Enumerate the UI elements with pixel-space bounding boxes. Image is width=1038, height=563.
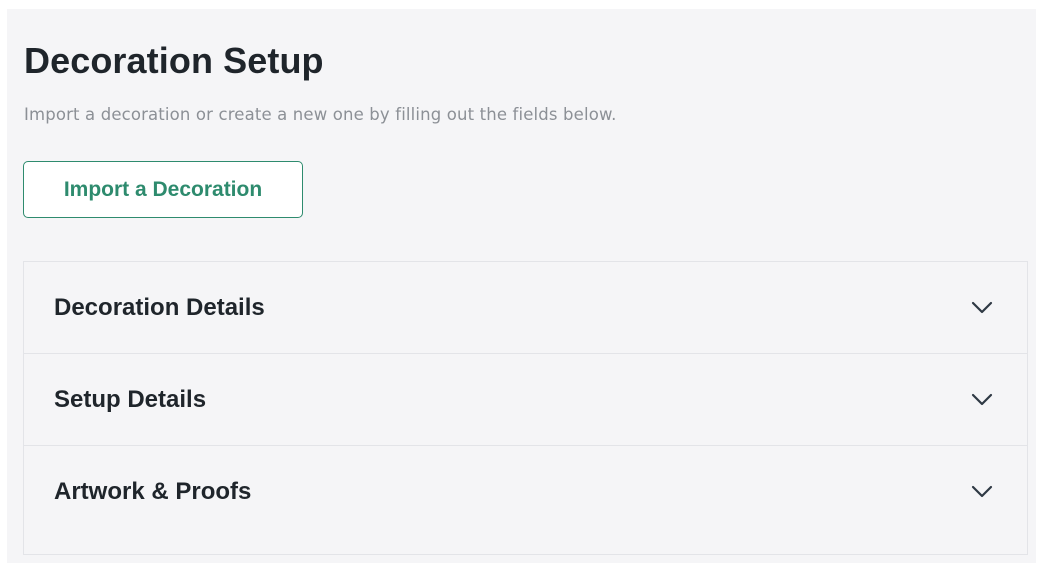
accordion-item-label: Decoration Details bbox=[54, 293, 265, 321]
accordion-item-decoration-details[interactable]: Decoration Details bbox=[24, 262, 1027, 354]
accordion-item-setup-details[interactable]: Setup Details bbox=[24, 354, 1027, 446]
page-subtitle: Import a decoration or create a new one … bbox=[24, 105, 617, 124]
accordion-item-label: Artwork & Proofs bbox=[54, 478, 252, 505]
chevron-down-icon[interactable] bbox=[971, 301, 993, 315]
accordion-item-label: Setup Details bbox=[54, 385, 207, 413]
chevron-down-icon[interactable] bbox=[971, 485, 993, 499]
import-decoration-button[interactable]: Import a Decoration bbox=[23, 161, 303, 218]
decoration-accordion: Decoration Details Setup Details Artwork… bbox=[23, 261, 1028, 555]
page-title: Decoration Setup bbox=[24, 40, 324, 81]
decoration-setup-panel: Decoration Setup Import a decoration or … bbox=[7, 9, 1036, 563]
accordion-item-artwork-proofs[interactable]: Artwork & Proofs bbox=[24, 446, 1027, 538]
chevron-down-icon[interactable] bbox=[971, 393, 993, 407]
